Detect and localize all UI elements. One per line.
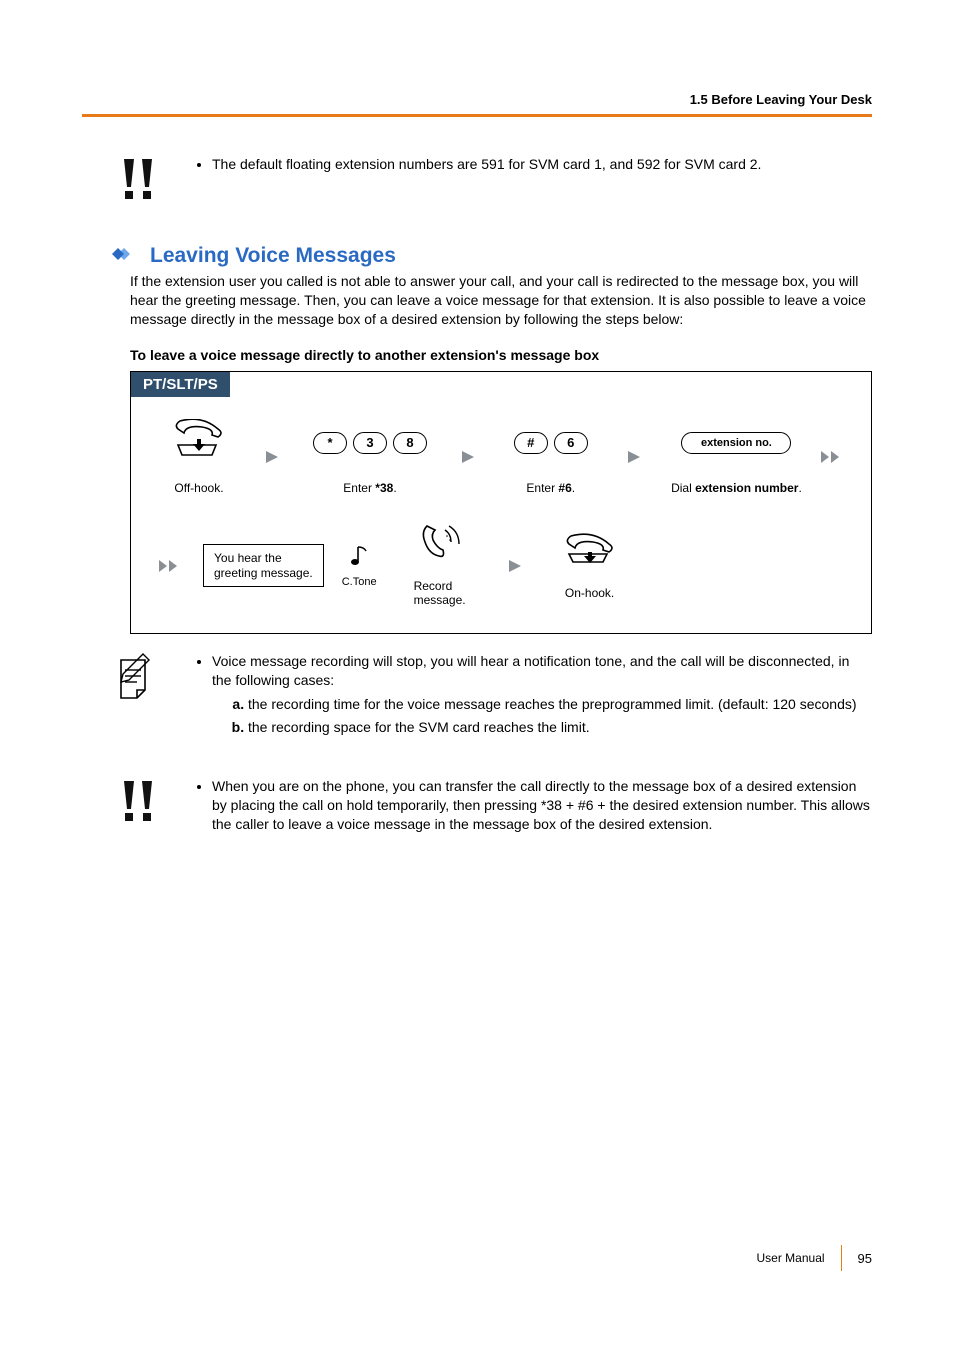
procedure-tab: PT/SLT/PS xyxy=(131,372,230,397)
key-hash[interactable]: # xyxy=(514,432,548,454)
key-extension-no[interactable]: extension no. xyxy=(681,432,791,454)
offhook-handset-icon xyxy=(172,419,226,466)
arrow-icon xyxy=(622,433,645,481)
page: 1.5 Before Leaving Your Desk xyxy=(0,0,954,1351)
section-intro: If the extension user you called is not … xyxy=(130,272,872,329)
arrow-icon xyxy=(503,542,527,590)
exclamation-icon xyxy=(114,155,156,210)
callout-default-extensions: The default floating extension numbers a… xyxy=(112,155,872,210)
key-6[interactable]: 6 xyxy=(554,432,588,454)
dial-ext-label: Dial extension number. xyxy=(671,481,802,495)
arrow-icon xyxy=(456,433,479,481)
arrow-icon xyxy=(261,433,284,481)
record-label: Record message. xyxy=(414,579,466,607)
key-8[interactable]: 8 xyxy=(393,432,427,454)
onhook-handset-icon xyxy=(563,532,617,571)
note-recording-b: the recording space for the SVM card rea… xyxy=(248,718,872,737)
footer-rule xyxy=(841,1245,842,1271)
enter-6-label: Enter #6. xyxy=(526,481,575,495)
note-recording-lead: Voice message recording will stop, you w… xyxy=(212,652,872,738)
key-3[interactable]: 3 xyxy=(353,432,387,454)
note-clipboard-icon xyxy=(113,652,157,705)
confirmation-tone: C.Tone xyxy=(342,543,377,588)
speak-handset-icon xyxy=(417,522,463,567)
procedure-box: PT/SLT/PS Off-hook. xyxy=(130,371,872,634)
onhook-label: On-hook. xyxy=(565,586,614,600)
callout-transfer-text: When you are on the phone, you can trans… xyxy=(212,777,872,834)
header-rule xyxy=(82,114,872,117)
section-title-row: Leaving Voice Messages xyxy=(112,244,872,268)
greeting-text: You hear the greeting message. xyxy=(203,544,324,587)
callout-transfer: When you are on the phone, you can trans… xyxy=(112,777,872,840)
flow-row-2: You hear the greeting message. C.Tone xyxy=(131,495,871,607)
running-header: 1.5 Before Leaving Your Desk xyxy=(690,92,872,107)
continuation-arrow-icon xyxy=(818,433,847,481)
footer-page-number: 95 xyxy=(858,1251,872,1266)
section-title: Leaving Voice Messages xyxy=(150,244,396,268)
continuation-arrow-icon xyxy=(155,542,185,590)
exclamation-icon xyxy=(114,777,156,832)
footer-doc-name: User Manual xyxy=(757,1251,825,1265)
subheading: To leave a voice message directly to ano… xyxy=(130,347,872,363)
flow-row-1: Off-hook. * 3 8 Enter *38. xyxy=(131,397,871,495)
offhook-label: Off-hook. xyxy=(174,481,223,495)
page-footer: User Manual 95 xyxy=(757,1245,873,1271)
diamond-bullet-icon xyxy=(112,245,138,268)
note-recording-stop: Voice message recording will stop, you w… xyxy=(112,652,872,744)
key-star[interactable]: * xyxy=(313,432,347,454)
enter-38-label: Enter *38. xyxy=(343,481,396,495)
note-recording-a: the recording time for the voice message… xyxy=(248,695,872,714)
content-area: The default floating extension numbers a… xyxy=(112,155,872,874)
music-note-icon xyxy=(348,543,370,572)
callout-default-ext-text: The default floating extension numbers a… xyxy=(212,155,872,174)
